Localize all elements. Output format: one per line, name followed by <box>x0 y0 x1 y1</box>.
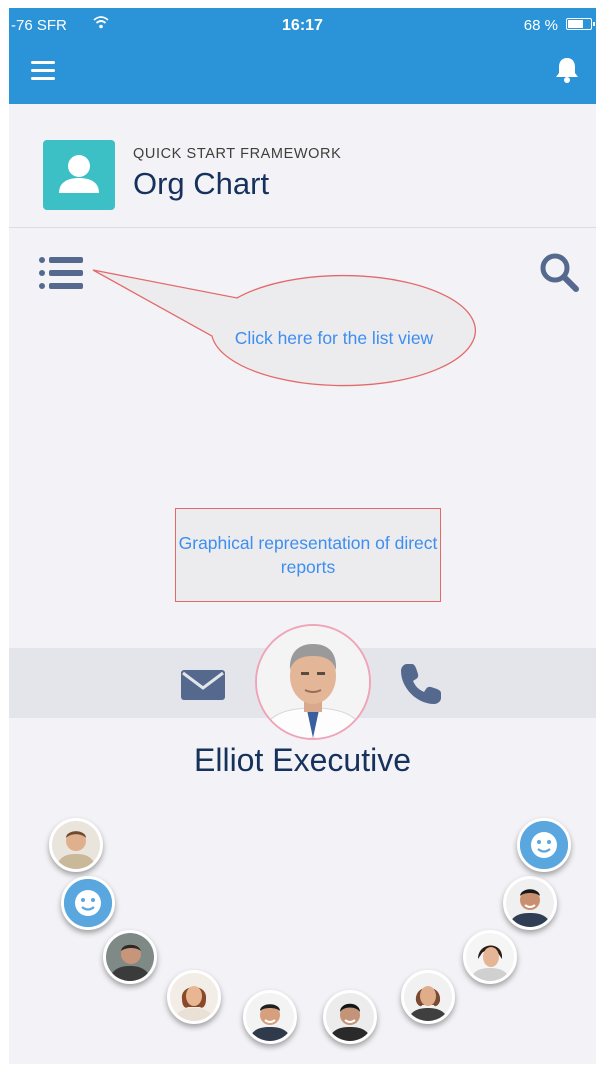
graph-callout-text: Graphical representation of direct repor… <box>178 532 438 578</box>
direct-report-avatar[interactable] <box>401 970 455 1024</box>
list-view-callout-balloon <box>92 269 476 387</box>
direct-report-avatar[interactable] <box>463 930 517 984</box>
direct-report-avatar[interactable] <box>517 818 571 872</box>
executive-name: Elliot Executive <box>194 742 411 778</box>
direct-report-avatar[interactable] <box>323 990 377 1044</box>
direct-report-avatar[interactable] <box>503 876 557 930</box>
mail-icon[interactable] <box>179 666 227 702</box>
graph-callout-box: Graphical representation of direct repor… <box>175 508 441 602</box>
direct-report-avatar[interactable] <box>49 818 103 872</box>
app-screen: -76 SFR 16:17 68 % QUICK START FRAMEWORK… <box>9 8 596 1064</box>
executive-avatar[interactable] <box>255 624 371 740</box>
direct-report-avatar[interactable] <box>167 970 221 1024</box>
direct-report-avatar[interactable] <box>103 930 157 984</box>
direct-report-avatar[interactable] <box>61 876 115 930</box>
phone-icon[interactable] <box>397 660 445 708</box>
direct-report-avatar[interactable] <box>243 990 297 1044</box>
list-view-callout-text: Click here for the list view <box>234 328 434 348</box>
